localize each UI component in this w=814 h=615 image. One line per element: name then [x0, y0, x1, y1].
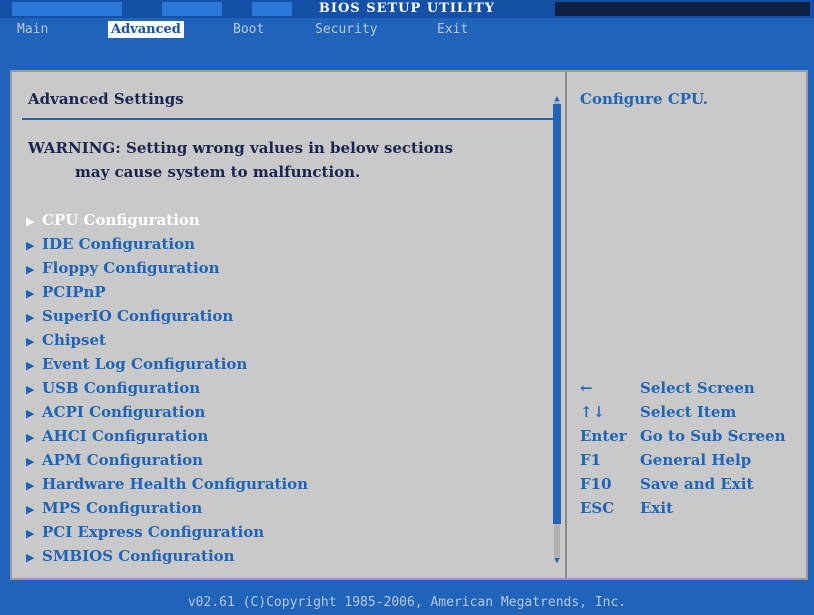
list-item-label: AHCI Configuration	[42, 427, 209, 445]
list-item-label: Hardware Health Configuration	[42, 475, 309, 493]
list-item-label: MPS Configuration	[42, 499, 203, 517]
key-row-go-to-sub-screen: Enter Go to Sub Screen	[580, 424, 786, 448]
list-item-cpu-configuration[interactable]: ▶ CPU Configuration	[26, 208, 308, 232]
list-item-ide-configuration[interactable]: ▶ IDE Configuration	[26, 232, 308, 256]
submenu-arrow-icon: ▶	[26, 527, 35, 540]
key-row-general-help: F1 General Help	[580, 448, 786, 472]
submenu-arrow-icon: ▶	[26, 263, 35, 276]
list-item-label: IDE Configuration	[42, 235, 195, 253]
key-row-save-and-exit: F10 Save and Exit	[580, 472, 786, 496]
list-item-label: ACPI Configuration	[42, 403, 206, 421]
list-scrollbar[interactable]: ▲ ▼	[552, 94, 562, 566]
list-item-smbios-configuration[interactable]: ▶ SMBIOS Configuration	[26, 544, 308, 568]
submenu-arrow-icon: ▶	[26, 479, 35, 492]
key-action: Save and Exit	[640, 475, 754, 493]
panel-heading: Advanced Settings	[28, 90, 184, 108]
list-item-usb-configuration[interactable]: ▶ USB Configuration	[26, 376, 308, 400]
key-action: Select Item	[640, 403, 737, 421]
key-label: F10	[580, 475, 612, 493]
scroll-up-icon[interactable]: ▲	[552, 94, 562, 104]
key-label: ←	[580, 379, 593, 397]
list-item-chipset[interactable]: ▶ Chipset	[26, 328, 308, 352]
key-label: ESC	[580, 499, 615, 517]
submenu-arrow-icon: ▶	[26, 311, 35, 324]
submenu-arrow-icon: ▶	[26, 503, 35, 516]
submenu-arrow-icon: ▶	[26, 551, 35, 564]
submenu-arrow-icon: ▶	[26, 383, 35, 396]
list-item-apm-configuration[interactable]: ▶ APM Configuration	[26, 448, 308, 472]
scrollbar-thumb[interactable]	[553, 104, 561, 524]
list-item-acpi-configuration[interactable]: ▶ ACPI Configuration	[26, 400, 308, 424]
list-item-event-log-configuration[interactable]: ▶ Event Log Configuration	[26, 352, 308, 376]
menu-boot[interactable]: Boot	[230, 21, 267, 38]
settings-list: ▶ CPU Configuration ▶ IDE Configuration ▶ F…	[26, 208, 308, 568]
list-item-ahci-configuration[interactable]: ▶ AHCI Configuration	[26, 424, 308, 448]
list-item-label: SMBIOS Configuration	[42, 547, 235, 565]
menu-main[interactable]: Main	[14, 21, 51, 38]
list-item-label: CPU Configuration	[42, 211, 200, 229]
list-item-label: USB Configuration	[42, 379, 201, 397]
list-item-label: APM Configuration	[42, 451, 204, 469]
list-item-floppy-configuration[interactable]: ▶ Floppy Configuration	[26, 256, 308, 280]
key-label: F1	[580, 451, 602, 469]
list-item-label: PCI Express Configuration	[42, 523, 265, 541]
list-item-pci-express-configuration[interactable]: ▶ PCI Express Configuration	[26, 520, 308, 544]
menu-advanced[interactable]: Advanced	[108, 21, 184, 38]
title-bar: BIOS SETUP UTILITY	[0, 0, 814, 18]
submenu-arrow-icon: ▶	[26, 287, 35, 300]
submenu-arrow-icon: ▶	[26, 407, 35, 420]
scroll-down-icon[interactable]: ▼	[552, 556, 562, 566]
submenu-arrow-icon: ▶	[26, 455, 35, 468]
menu-security[interactable]: Security	[312, 21, 381, 38]
help-description: Configure CPU.	[580, 90, 708, 108]
window-title: BIOS SETUP UTILITY	[318, 1, 496, 16]
key-action: General Help	[640, 451, 752, 469]
submenu-arrow-icon: ▶	[26, 215, 35, 228]
submenu-arrow-icon: ▶	[26, 359, 35, 372]
key-action: Go to Sub Screen	[640, 427, 786, 445]
submenu-arrow-icon: ▶	[26, 431, 35, 444]
submenu-arrow-icon: ▶	[26, 239, 35, 252]
key-label: Enter	[580, 427, 627, 445]
submenu-arrow-icon: ▶	[26, 335, 35, 348]
list-item-pcipnp[interactable]: ▶ PCIPnP	[26, 280, 308, 304]
list-item-superio-configuration[interactable]: ▶ SuperIO Configuration	[26, 304, 308, 328]
menu-exit[interactable]: Exit	[434, 21, 471, 38]
key-legend: ← Select Screen ↑↓ Select Item Enter Go to …	[580, 376, 786, 520]
key-label: ↑↓	[580, 403, 606, 421]
settings-panel: Advanced Settings WARNING: Setting wrong…	[10, 70, 808, 580]
panel-divider	[565, 72, 567, 578]
key-row-exit: ESC Exit	[580, 496, 786, 520]
list-item-hardware-health-configuration[interactable]: ▶ Hardware Health Configuration	[26, 472, 308, 496]
list-item-label: Chipset	[42, 331, 106, 349]
copyright-footer: v02.61 (C)Copyright 1985-2006, American …	[187, 595, 627, 610]
list-item-label: PCIPnP	[42, 283, 106, 301]
key-row-select-screen: ← Select Screen	[580, 376, 786, 400]
list-item-mps-configuration[interactable]: ▶ MPS Configuration	[26, 496, 308, 520]
list-item-label: SuperIO Configuration	[42, 307, 234, 325]
warning-text: WARNING: Setting wrong values in below s…	[28, 139, 454, 181]
heading-divider	[22, 118, 554, 120]
list-item-label: Event Log Configuration	[42, 355, 248, 373]
menu-bar: Main Advanced Boot Security Exit	[0, 18, 814, 40]
list-item-label: Floppy Configuration	[42, 259, 220, 277]
key-row-select-item: ↑↓ Select Item	[580, 400, 786, 424]
key-action: Select Screen	[640, 379, 755, 397]
key-action: Exit	[640, 499, 674, 517]
